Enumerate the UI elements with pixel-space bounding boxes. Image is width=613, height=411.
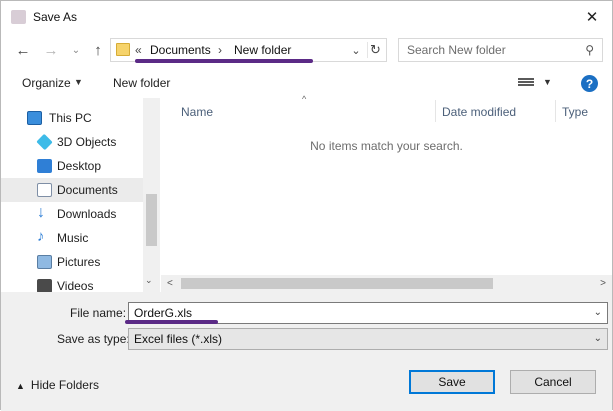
sidebar-item-documents[interactable]: Documents [1, 178, 143, 202]
sidebar-item-pictures[interactable]: Pictures [1, 250, 143, 274]
chevron-down-icon: ⌄ [593, 333, 602, 344]
save-type-value: Excel files (*.xls) [134, 332, 223, 346]
videos-icon [37, 279, 52, 292]
sidebar-item-label: Pictures [57, 255, 101, 269]
organize-button[interactable]: Organize [22, 76, 71, 90]
arrow-left-icon: ← [15, 41, 31, 59]
column-date-modified[interactable]: Date modified [442, 105, 516, 119]
cancel-button[interactable]: Cancel [510, 370, 596, 394]
app-icon [11, 10, 26, 24]
annotation-underline-filename [125, 320, 218, 324]
column-divider[interactable] [435, 100, 436, 122]
overflow-chevron-icon[interactable]: « [135, 43, 142, 57]
forward-button[interactable]: → [41, 40, 61, 60]
3d-objects-icon [36, 133, 53, 151]
save-button[interactable]: Save [409, 370, 495, 394]
pictures-icon [37, 255, 52, 269]
column-header: ^ Name Date modified Type [161, 94, 612, 124]
scrollbar-thumb[interactable] [181, 278, 493, 289]
horizontal-scrollbar[interactable]: < > [161, 275, 612, 292]
refresh-button[interactable]: ↻ [367, 42, 383, 58]
help-icon[interactable]: ? [581, 75, 598, 92]
close-icon: ✕ [585, 9, 599, 26]
sidebar-item-label: This PC [49, 111, 92, 125]
sidebar-item-music[interactable]: ♪ Music [1, 226, 143, 250]
save-form: File name: OrderG.xls ⌄ Save as type: Ex… [1, 292, 612, 411]
desktop-icon [37, 159, 52, 173]
sidebar-item-label: Downloads [57, 207, 117, 221]
back-button[interactable]: ← [13, 40, 33, 60]
downloads-icon: ↓ [37, 204, 45, 221]
sort-caret-icon: ^ [302, 94, 307, 104]
file-name-value[interactable]: OrderG.xls [134, 306, 192, 320]
column-type[interactable]: Type [562, 105, 588, 119]
sidebar-item-label: Documents [57, 183, 118, 197]
address-dropdown-button[interactable]: ⌄ [349, 42, 363, 58]
sidebar-item-label: Videos [57, 279, 94, 292]
sidebar-item-label: Music [57, 231, 89, 245]
sidebar-item-downloads[interactable]: ↓ Downloads [1, 202, 143, 226]
column-divider[interactable] [555, 100, 556, 122]
documents-icon [37, 183, 52, 197]
empty-message: No items match your search. [310, 139, 463, 153]
save-type-select[interactable]: Excel files (*.xls) ⌄ [128, 328, 608, 350]
chevron-down-icon: ⌄ [351, 44, 361, 57]
navigation-pane: This PC 3D Objects Desktop Documents ↓ D… [1, 98, 161, 292]
breadcrumb-separator-icon[interactable]: › [218, 43, 222, 57]
chevron-left-icon[interactable]: < [167, 278, 173, 289]
column-name[interactable]: Name [181, 105, 213, 119]
view-options-icon[interactable] [518, 77, 534, 90]
new-folder-button[interactable]: New folder [113, 76, 170, 90]
computer-icon [27, 111, 42, 125]
up-button[interactable]: ↑ [88, 40, 108, 60]
caret-down-icon: ▼ [74, 77, 83, 87]
save-type-label: Save as type: [57, 332, 130, 346]
sidebar-item-3d-objects[interactable]: 3D Objects [1, 130, 143, 154]
search-placeholder: Search New folder [407, 43, 506, 57]
hide-folders-label: Hide Folders [30, 378, 99, 392]
chevron-down-icon: ⌄ [71, 44, 81, 56]
folder-icon [116, 43, 130, 56]
file-list-pane: ^ Name Date modified Type No items match… [161, 94, 612, 292]
arrow-up-icon: ↑ [94, 41, 102, 59]
chevron-right-icon[interactable]: > [600, 278, 606, 289]
sidebar-item-label: Desktop [57, 159, 102, 173]
breadcrumb-new-folder[interactable]: New folder [234, 43, 291, 57]
sidebar-item-videos[interactable]: Videos [1, 274, 143, 292]
file-name-label: File name: [70, 306, 127, 320]
title-bar: Save As ✕ [1, 1, 612, 33]
toolbar: Organize ▼ New folder ▼ ? [1, 70, 612, 98]
scrollbar-thumb[interactable] [146, 194, 157, 246]
sidebar-item-this-pc[interactable]: This PC [1, 106, 143, 130]
music-icon: ♪ [37, 228, 45, 245]
caret-down-icon[interactable]: ▼ [543, 77, 552, 87]
close-button[interactable]: ✕ [580, 6, 604, 28]
caret-up-icon: ▲ [16, 381, 25, 391]
recent-locations-button[interactable]: ⌄ [66, 40, 86, 60]
navigation-scrollbar[interactable]: ⌄ [143, 98, 160, 292]
sidebar-item-desktop[interactable]: Desktop [1, 154, 143, 178]
refresh-icon: ↻ [370, 42, 381, 57]
search-input[interactable]: Search New folder ⚲ [398, 38, 603, 62]
sidebar-item-label: 3D Objects [57, 135, 117, 149]
search-icon: ⚲ [585, 43, 594, 57]
breadcrumb-documents[interactable]: Documents [150, 43, 211, 57]
save-as-dialog: Save As ✕ ← → ⌄ ↑ « Documents › New fold… [0, 0, 613, 411]
window-title: Save As [33, 10, 78, 24]
arrow-right-icon: → [43, 41, 59, 59]
chevron-down-icon[interactable]: ⌄ [594, 307, 602, 318]
hide-folders-button[interactable]: ▲ Hide Folders [16, 378, 99, 392]
annotation-underline-address [135, 59, 313, 63]
chevron-down-icon[interactable]: ⌄ [145, 275, 153, 286]
